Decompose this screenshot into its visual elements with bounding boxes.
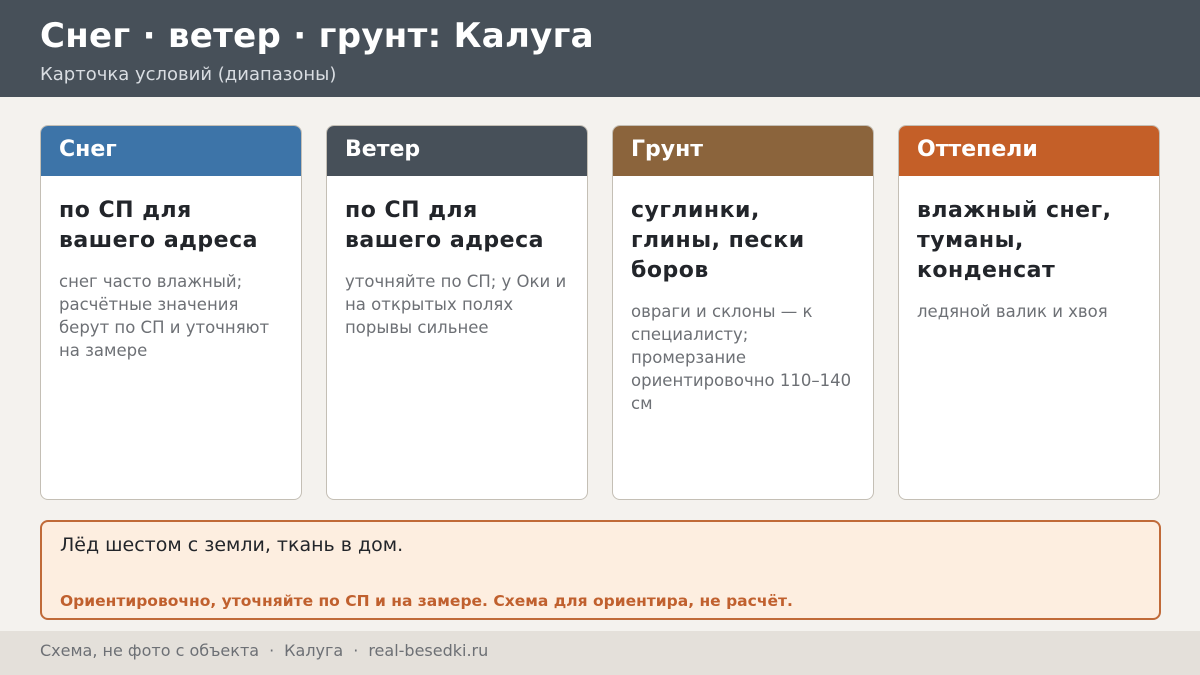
header-bar: Снег · ветер · грунт: Калуга Карточка ус… (0, 0, 1200, 97)
card-snow-note: снег часто влажный; расчётные значения б… (59, 272, 270, 360)
footer-bar: Схема, не фото с объекта · Калуга · real-bes… (0, 631, 1200, 675)
card-thaw-header: Оттепели (899, 126, 1159, 176)
footer-city: Калуга (284, 641, 344, 660)
card-wind-value: по СП для вашего адреса (345, 198, 544, 253)
footer-separator: · (269, 641, 275, 660)
card-snow: Снег по СП для вашего адреса снег часто … (40, 125, 302, 500)
card-soil: Грунт суглинки, глины, пески боров овраг… (612, 125, 874, 500)
page-subtitle: Карточка условий (диапазоны) (40, 64, 337, 85)
advice-box: Лёд шестом с земли, ткань в дом. Ориенти… (40, 520, 1161, 620)
card-snow-header: Снег (41, 126, 301, 176)
card-thaw: Оттепели влажный снег, туманы, конденсат… (898, 125, 1160, 500)
card-wind-note: уточняйте по СП; у Оки и на открытых пол… (345, 272, 567, 337)
footer-source: Схема, не фото с объекта (40, 641, 260, 660)
advice-text: Лёд шестом с земли, ткань в дом. (60, 534, 404, 556)
card-thaw-note: ледяной валик и хвоя (917, 302, 1108, 321)
card-soil-header: Грунт (613, 126, 873, 176)
card-soil-value: суглинки, глины, пески боров (631, 198, 805, 283)
card-wind-header: Ветер (327, 126, 587, 176)
card-snow-value: по СП для вашего адреса (59, 198, 258, 253)
page-title: Снег · ветер · грунт: Калуга (40, 16, 594, 56)
footer-separator: · (353, 641, 359, 660)
card-thaw-value: влажный снег, туманы, конденсат (917, 198, 1112, 283)
card-soil-note: овраги и склоны — к специалисту; промерз… (631, 302, 852, 413)
footer-site-link[interactable]: real-besedki.ru (368, 641, 488, 660)
card-wind: Ветер по СП для вашего адреса уточняйте … (326, 125, 588, 500)
disclaimer-text: Ориентировочно, уточняйте по СП и на зам… (60, 592, 793, 610)
